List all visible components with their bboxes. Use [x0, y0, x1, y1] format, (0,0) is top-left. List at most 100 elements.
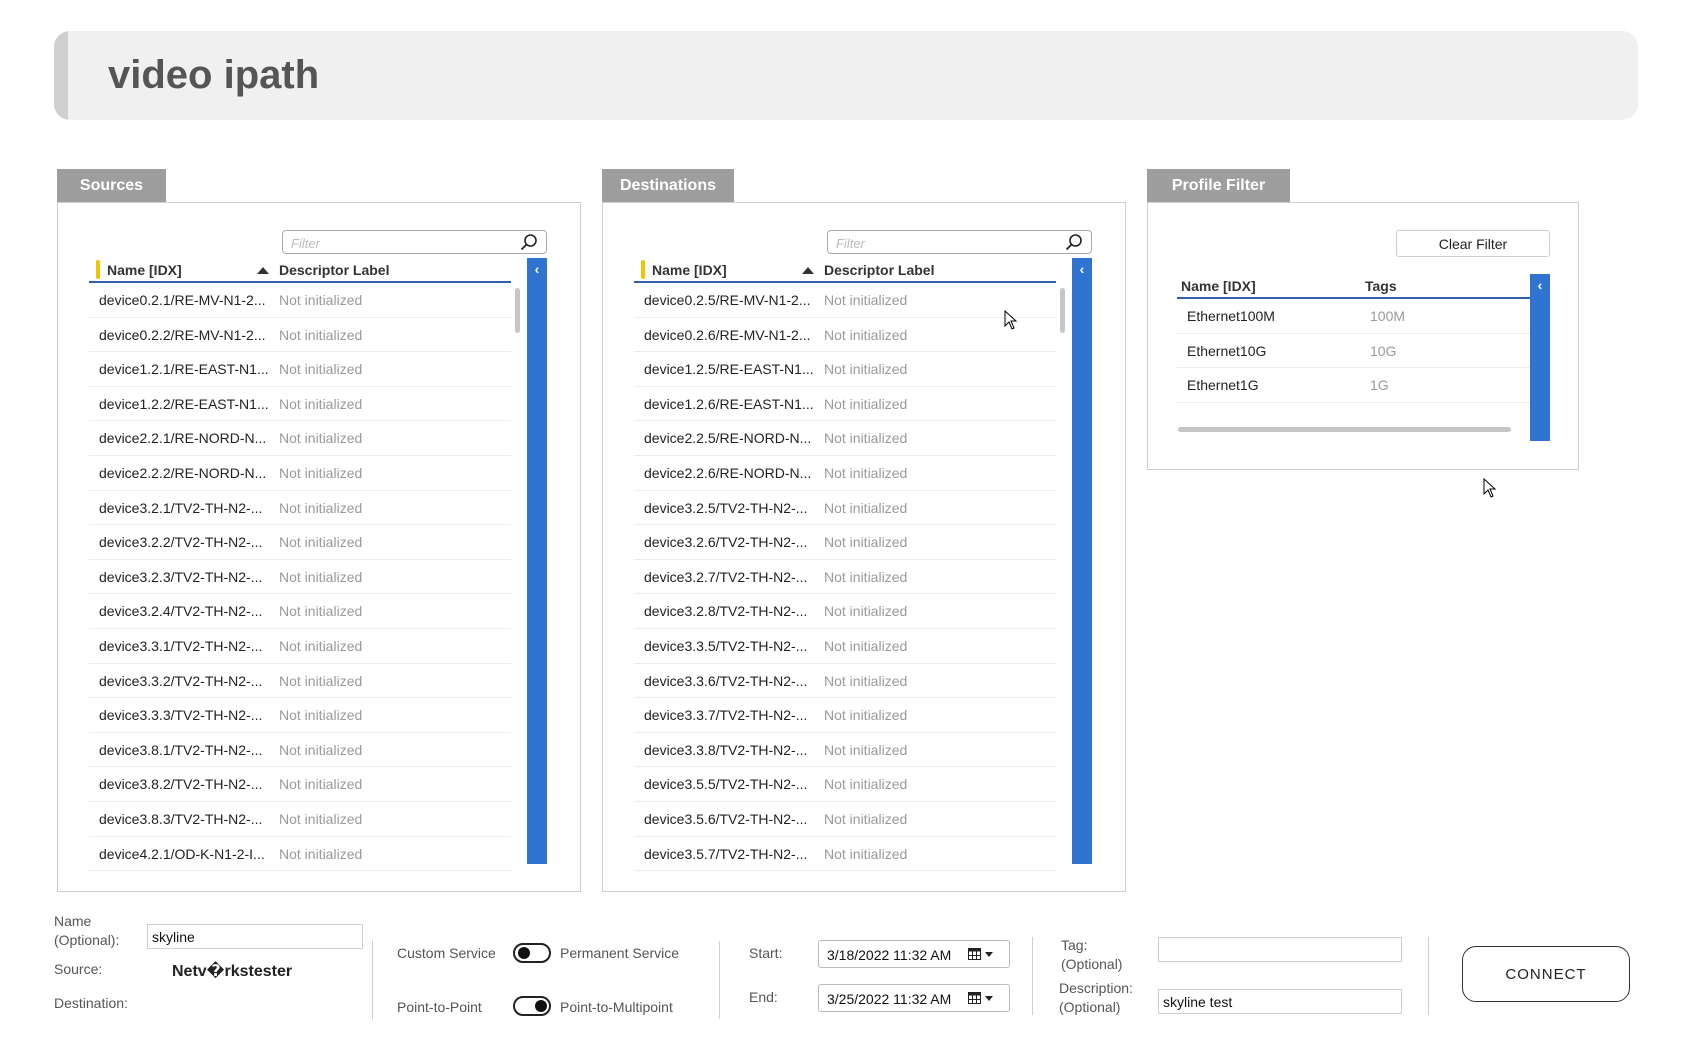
tab-destinations[interactable]: Destinations	[602, 169, 734, 202]
search-icon[interactable]	[1065, 233, 1083, 251]
table-row[interactable]: device0.2.2/RE-MV-N1-2... Not initialized	[89, 318, 511, 353]
tab-profile-filter[interactable]: Profile Filter	[1147, 169, 1290, 202]
table-row[interactable]: device3.8.2/TV2-TH-N2-... Not initialized	[89, 767, 511, 802]
search-icon[interactable]	[520, 233, 538, 251]
destinations-rows: device0.2.5/RE-MV-N1-2... Not initialized…	[634, 283, 1056, 872]
table-row[interactable]: device3.3.1/TV2-TH-N2-... Not initialized	[89, 629, 511, 664]
row-value: Not initialized	[824, 430, 908, 447]
column-name-idx[interactable]: Name [IDX]	[107, 262, 182, 278]
table-row[interactable]: device3.5.5/TV2-TH-N2-... Not initialized	[634, 767, 1056, 802]
clear-filter-button[interactable]: Clear Filter	[1396, 230, 1550, 257]
table-row[interactable]: device0.2.6/RE-MV-N1-2... Not initialized	[634, 318, 1056, 353]
row-name: device2.2.5/RE-NORD-N...	[644, 430, 812, 447]
table-row[interactable]: device3.3.7/TV2-TH-N2-... Not initialized	[634, 698, 1056, 733]
table-row[interactable]: device3.3.2/TV2-TH-N2-... Not initialized	[89, 664, 511, 699]
description-input[interactable]	[1158, 989, 1402, 1014]
table-row[interactable]: device3.8.1/TV2-TH-N2-... Not initialized	[89, 733, 511, 768]
column-tags[interactable]: Tags	[1365, 278, 1397, 294]
row-value: Not initialized	[824, 810, 908, 827]
column-descriptor-label[interactable]: Descriptor Label	[824, 262, 934, 278]
sources-filter-input[interactable]	[291, 234, 514, 252]
profile-filter-hscrollbar[interactable]	[1178, 427, 1511, 432]
start-date-picker[interactable]: 3/18/2022 11:32 AM	[818, 940, 1010, 968]
table-row[interactable]: device3.3.5/TV2-TH-N2-... Not initialized	[634, 629, 1056, 664]
table-row[interactable]: device3.2.3/TV2-TH-N2-... Not initialized	[89, 560, 511, 595]
table-row[interactable]: Ethernet1G 1G	[1177, 368, 1531, 403]
name-input[interactable]	[147, 924, 363, 949]
table-row[interactable]: device4.2.1/OD-K-N1-2-I... Not initialize…	[89, 837, 511, 872]
row-value: Not initialized	[824, 395, 908, 412]
destinations-scrollbar[interactable]	[1060, 288, 1065, 333]
table-row[interactable]: device3.3.6/TV2-TH-N2-... Not initialized	[634, 664, 1056, 699]
table-row[interactable]: device2.2.2/RE-NORD-N... Not initialized	[89, 456, 511, 491]
table-row[interactable]: device3.5.6/TV2-TH-N2-... Not initialized	[634, 802, 1056, 837]
row-value: Not initialized	[824, 499, 908, 516]
table-row[interactable]: device3.2.8/TV2-TH-N2-... Not initialized	[634, 594, 1056, 629]
end-date-picker[interactable]: 3/25/2022 11:32 AM	[818, 984, 1010, 1012]
destinations-filter-input[interactable]	[836, 234, 1059, 252]
table-row[interactable]: device2.2.6/RE-NORD-N... Not initialized	[634, 456, 1056, 491]
row-name: device3.3.3/TV2-TH-N2-...	[99, 707, 263, 724]
row-value: Not initialized	[824, 672, 908, 689]
row-name: device3.2.5/TV2-TH-N2-...	[644, 499, 808, 516]
sources-filter[interactable]	[282, 230, 547, 254]
row-name: device0.2.1/RE-MV-N1-2...	[99, 292, 266, 308]
row-value: Not initialized	[279, 741, 363, 758]
profile-filter-collapse-bar[interactable]: ‹	[1530, 274, 1550, 441]
row-name: device0.2.2/RE-MV-N1-2...	[99, 326, 266, 343]
table-row[interactable]: device3.2.6/TV2-TH-N2-... Not initialized	[634, 525, 1056, 560]
row-value: Not initialized	[279, 430, 363, 447]
table-row[interactable]: device3.3.3/TV2-TH-N2-... Not initialized	[89, 698, 511, 733]
calendar-icon[interactable]	[968, 948, 981, 960]
sort-ascending-icon[interactable]	[257, 267, 269, 274]
table-row[interactable]: device1.2.2/RE-EAST-N1... Not initialized	[89, 387, 511, 422]
table-row[interactable]: device0.2.5/RE-MV-N1-2... Not initialized	[634, 283, 1056, 318]
table-row[interactable]: device3.2.2/TV2-TH-N2-... Not initialized	[89, 525, 511, 560]
table-row[interactable]: device2.2.1/RE-NORD-N... Not initialized	[89, 421, 511, 456]
table-row[interactable]: device0.2.1/RE-MV-N1-2... Not initialized	[89, 283, 511, 318]
column-name-idx[interactable]: Name [IDX]	[652, 262, 727, 278]
column-descriptor-label[interactable]: Descriptor Label	[279, 262, 389, 278]
name-label: Name (Optional):	[54, 913, 120, 948]
calendar-icon[interactable]	[968, 992, 981, 1004]
table-row[interactable]: device1.2.1/RE-EAST-N1... Not initialized	[89, 352, 511, 387]
table-row[interactable]: device3.2.7/TV2-TH-N2-... Not initialized	[634, 560, 1056, 595]
chevron-left-icon[interactable]: ‹	[1072, 261, 1092, 277]
table-row[interactable]: device3.2.4/TV2-TH-N2-... Not initialized	[89, 594, 511, 629]
table-row[interactable]: device3.5.7/TV2-TH-N2-... Not initialized	[634, 837, 1056, 872]
table-row[interactable]: device3.2.1/TV2-TH-N2-... Not initialized	[89, 491, 511, 526]
row-value: Not initialized	[824, 776, 908, 793]
table-row[interactable]: device3.3.8/TV2-TH-N2-... Not initialized	[634, 733, 1056, 768]
tab-sources[interactable]: Sources	[57, 169, 166, 202]
table-row[interactable]: device1.2.6/RE-EAST-N1... Not initialized	[634, 387, 1056, 422]
key-icon	[96, 260, 100, 279]
destinations-collapse-bar[interactable]: ‹	[1072, 258, 1092, 864]
destinations-filter[interactable]	[827, 230, 1092, 254]
connection-type-toggle[interactable]	[513, 996, 551, 1016]
table-row[interactable]: device2.2.5/RE-NORD-N... Not initialized	[634, 421, 1056, 456]
row-name: device3.3.6/TV2-TH-N2-...	[644, 672, 808, 689]
table-row[interactable]: Ethernet100M 100M	[1177, 299, 1531, 334]
row-name: Ethernet10G	[1187, 342, 1267, 359]
chevron-left-icon[interactable]: ‹	[1530, 277, 1550, 293]
row-value: Not initialized	[824, 361, 908, 378]
column-name-idx[interactable]: Name [IDX]	[1181, 278, 1256, 294]
table-row[interactable]: device3.8.3/TV2-TH-N2-... Not initialized	[89, 802, 511, 837]
sources-collapse-bar[interactable]: ‹	[527, 258, 547, 864]
table-row[interactable]: device1.2.5/RE-EAST-N1... Not initialized	[634, 352, 1056, 387]
connect-button[interactable]: CONNECT	[1462, 946, 1630, 1002]
sort-ascending-icon[interactable]	[802, 267, 814, 274]
service-type-toggle[interactable]	[513, 943, 551, 963]
chevron-down-icon[interactable]	[985, 952, 993, 957]
table-row[interactable]: Ethernet10G 10G	[1177, 334, 1531, 369]
tag-input[interactable]	[1158, 937, 1402, 962]
chevron-left-icon[interactable]: ‹	[527, 261, 547, 277]
end-label: End:	[749, 989, 778, 1005]
source-label: Source:	[54, 961, 103, 977]
row-value: Not initialized	[824, 292, 908, 308]
chevron-down-icon[interactable]	[985, 996, 993, 1001]
description-label: Description: (Optional)	[1059, 980, 1133, 1015]
row-value: Not initialized	[279, 568, 363, 585]
table-row[interactable]: device3.2.5/TV2-TH-N2-... Not initialized	[634, 491, 1056, 526]
sources-scrollbar[interactable]	[515, 288, 520, 333]
